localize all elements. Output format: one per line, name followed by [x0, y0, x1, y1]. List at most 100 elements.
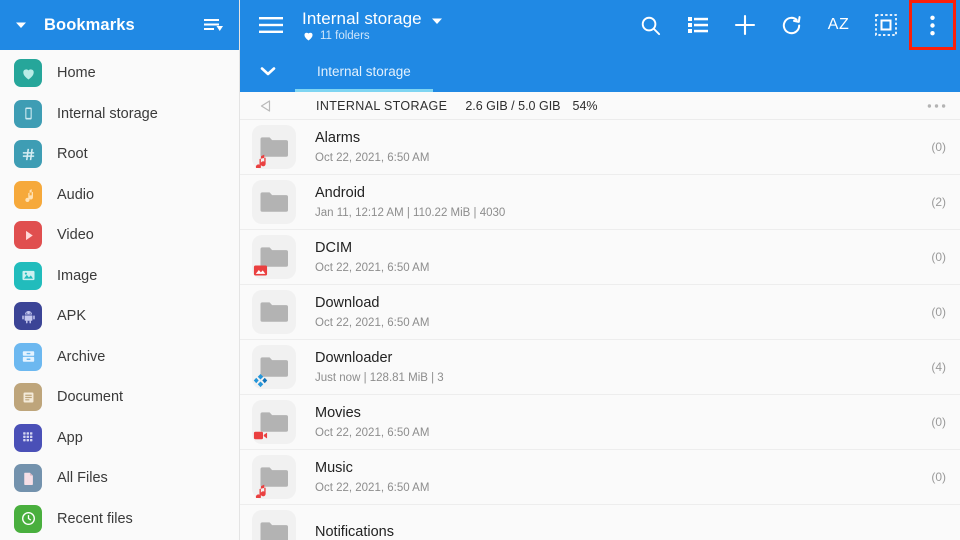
music-note-badge: [253, 483, 268, 498]
file-row-downloader[interactable]: Downloader Just now | 128.81 MiB | 3 (4): [240, 340, 960, 395]
sidebar-item-image[interactable]: Image: [0, 256, 239, 297]
file-row-alarms[interactable]: Alarms Oct 22, 2021, 6:50 AM (0): [240, 120, 960, 175]
file-meta: Oct 22, 2021, 6:50 AM: [315, 425, 921, 441]
folder-icon: [252, 180, 296, 224]
chevron-down-icon[interactable]: [430, 9, 444, 28]
app-toolbar: Internal storage 11 folders: [240, 0, 960, 50]
chevron-down-icon[interactable]: [8, 12, 34, 38]
file-text: Download Oct 22, 2021, 6:50 AM: [315, 294, 921, 331]
phone-icon: [20, 105, 37, 122]
sidebar-item-app[interactable]: App: [0, 418, 239, 459]
sidebar-item-label: Audio: [57, 187, 94, 203]
title-block[interactable]: Internal storage 11 folders: [302, 9, 444, 42]
file-text: Android Jan 11, 12:12 AM | 110.22 MiB | …: [315, 184, 921, 221]
refresh-icon[interactable]: [768, 0, 815, 50]
file-name: Alarms: [315, 129, 921, 147]
bookmarks-title: Bookmarks: [44, 16, 201, 35]
sidebar-item-archive[interactable]: Archive: [0, 337, 239, 378]
sidebar-item-label: Video: [57, 227, 94, 243]
sidebar-item-label: App: [57, 430, 83, 446]
heart-icon: [302, 30, 315, 42]
picture-icon: [20, 267, 37, 284]
sidebar-item-internal-storage[interactable]: Internal storage: [0, 94, 239, 135]
picture-icon: [14, 262, 42, 290]
file-meta: Just now | 128.81 MiB | 3: [315, 370, 921, 386]
sort-list-icon[interactable]: [201, 12, 227, 38]
file-row-notifications[interactable]: Notifications: [240, 505, 960, 540]
file-page-icon: [14, 464, 42, 492]
file-row-movies[interactable]: Movies Oct 22, 2021, 6:50 AM (0): [240, 395, 960, 450]
file-meta: Oct 22, 2021, 6:50 AM: [315, 315, 921, 331]
sidebar-item-apk[interactable]: APK: [0, 296, 239, 337]
file-text: Movies Oct 22, 2021, 6:50 AM: [315, 404, 921, 441]
sidebar-item-recent-files[interactable]: Recent files: [0, 499, 239, 540]
more-horizontal-icon[interactable]: [925, 103, 948, 109]
document-lines-icon: [14, 383, 42, 411]
hamburger-menu-icon[interactable]: [256, 10, 286, 40]
sidebar-item-document[interactable]: Document: [0, 377, 239, 418]
music-note-badge: [253, 153, 268, 168]
phone-icon: [14, 100, 42, 128]
heart-icon: [20, 65, 37, 82]
hash-icon: [14, 140, 42, 168]
title-row: Internal storage: [302, 9, 444, 29]
folder-icon: [252, 235, 296, 279]
play-icon: [20, 227, 37, 244]
android-robot-icon: [14, 302, 42, 330]
az-sort-icon[interactable]: AZ: [815, 0, 862, 50]
more-vertical-icon[interactable]: [909, 0, 956, 50]
file-name: Music: [315, 459, 921, 477]
select-all-icon[interactable]: [862, 0, 909, 50]
sidebar-item-all-files[interactable]: All Files: [0, 458, 239, 499]
file-row-music[interactable]: Music Oct 22, 2021, 6:50 AM (0): [240, 450, 960, 505]
file-name: Downloader: [315, 349, 921, 367]
file-row-download[interactable]: Download Oct 22, 2021, 6:50 AM (0): [240, 285, 960, 340]
sidebar-item-label: Archive: [57, 349, 105, 365]
folder-icon: [252, 125, 296, 169]
file-page-icon: [20, 470, 37, 487]
chevron-down-icon[interactable]: [240, 50, 295, 92]
tab-label: Internal storage: [317, 64, 411, 79]
image-badge: [253, 263, 268, 278]
sidebar-item-video[interactable]: Video: [0, 215, 239, 256]
folder-count-label: 11 folders: [320, 30, 370, 42]
sidebar-item-label: Internal storage: [57, 106, 158, 122]
file-meta: Jan 11, 12:12 AM | 110.22 MiB | 4030: [315, 205, 921, 221]
triangle-left-icon[interactable]: [260, 100, 282, 112]
az-label: AZ: [828, 16, 849, 34]
file-child-count: (0): [931, 415, 946, 429]
bookmarks-header: Bookmarks: [0, 0, 239, 50]
page-title: Internal storage: [302, 9, 422, 29]
bookmark-list: Home Internal storage Root Audio Video I…: [0, 50, 239, 539]
folder-icon: [252, 400, 296, 444]
kodi-badge: [253, 373, 268, 388]
sidebar-item-label: Image: [57, 268, 97, 284]
main-panel: Internal storage 11 folders: [240, 0, 960, 540]
file-meta: Oct 22, 2021, 6:50 AM: [315, 480, 921, 496]
sidebar-item-root[interactable]: Root: [0, 134, 239, 175]
heart-icon: [14, 59, 42, 87]
file-text: DCIM Oct 22, 2021, 6:50 AM: [315, 239, 921, 276]
archive-box-icon: [20, 348, 37, 365]
video-badge: [253, 428, 268, 443]
plus-icon[interactable]: [721, 0, 768, 50]
file-text: Notifications: [315, 523, 936, 540]
file-manager-app: Bookmarks Home Internal storage Root Aud…: [0, 0, 960, 540]
sidebar-item-audio[interactable]: Audio: [0, 175, 239, 216]
list-view-icon[interactable]: [674, 0, 721, 50]
search-icon[interactable]: [627, 0, 674, 50]
folder-icon: [252, 455, 296, 499]
path-current-name[interactable]: INTERNAL STORAGE: [316, 99, 447, 113]
file-row-dcim[interactable]: DCIM Oct 22, 2021, 6:50 AM (0): [240, 230, 960, 285]
subtitle-row: 11 folders: [302, 30, 444, 42]
file-child-count: (2): [931, 195, 946, 209]
android-robot-icon: [20, 308, 37, 325]
file-child-count: (4): [931, 360, 946, 374]
file-row-android[interactable]: Android Jan 11, 12:12 AM | 110.22 MiB | …: [240, 175, 960, 230]
sidebar-item-home[interactable]: Home: [0, 53, 239, 94]
file-meta: Oct 22, 2021, 6:50 AM: [315, 150, 921, 166]
folder-glyph: [259, 190, 289, 214]
kodi-badge: [253, 373, 268, 388]
folder-icon: [252, 290, 296, 334]
tab-internal-storage[interactable]: Internal storage: [295, 50, 433, 92]
